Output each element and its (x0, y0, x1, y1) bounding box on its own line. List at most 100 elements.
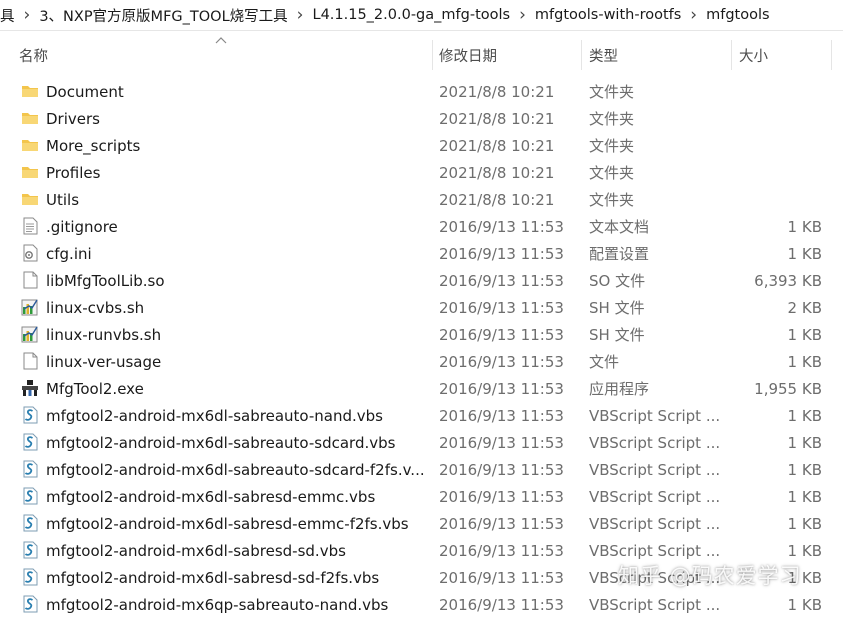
folder-icon (20, 189, 40, 209)
file-size: 1 KB (787, 434, 822, 452)
file-type: SH 文件 (589, 326, 645, 344)
file-modified-date: 2021/8/8 10:21 (439, 164, 555, 182)
column-header-date[interactable]: 修改日期 (439, 42, 497, 68)
file-name: More_scripts (46, 137, 141, 155)
file-name: mfgtool2-android-mx6qp-sabreauto-nand.vb… (46, 596, 389, 614)
file-modified-date: 2016/9/13 11:53 (439, 326, 564, 344)
file-name: mfgtool2-android-mx6dl-sabresd-sd-f2fs.v… (46, 569, 380, 587)
folder-row[interactable]: Utils 2021/8/8 10:21 文件夹 (0, 186, 843, 213)
file-row[interactable]: mfgtool2-android-mx6dl-sabresd-emmc.vbs 2… (0, 483, 843, 510)
file-modified-date: 2016/9/13 11:53 (439, 488, 564, 506)
folder-row[interactable]: More_scripts 2021/8/8 10:21 文件夹 (0, 132, 843, 159)
folder-icon (20, 108, 40, 128)
file-modified-date: 2016/9/13 11:53 (439, 434, 564, 452)
file-row[interactable]: mfgtool2-android-mx6dl-sabreauto-sdcard.… (0, 429, 843, 456)
breadcrumb-item[interactable]: 3、NXP官方原版MFG_TOOL烧写工具 (34, 5, 292, 26)
file-modified-date: 2016/9/13 11:53 (439, 245, 564, 263)
file-size: 6,393 KB (754, 272, 822, 290)
chevron-right-icon[interactable] (293, 5, 308, 25)
file-modified-date: 2016/9/13 11:53 (439, 380, 564, 398)
file-name: cfg.ini (46, 245, 92, 263)
file-name: mfgtool2-android-mx6dl-sabreauto-sdcard-… (46, 461, 424, 479)
breadcrumb-item[interactable]: mfgtools-with-rootfs (530, 7, 686, 23)
file-size: 1,955 KB (754, 380, 822, 398)
file-modified-date: 2016/9/13 11:53 (439, 596, 564, 614)
file-size: 1 KB (787, 515, 822, 533)
file-row[interactable]: linux-cvbs.sh 2016/9/13 11:53 SH 文件 2 KB (0, 294, 843, 321)
file-type: VBScript Script ... (589, 434, 719, 452)
file-row[interactable]: .gitignore 2016/9/13 11:53 文本文档 1 KB (0, 213, 843, 240)
shell-script-icon (20, 297, 40, 317)
file-row[interactable]: mfgtool2-android-mx6dl-sabreauto-sdcard-… (0, 456, 843, 483)
file-type: 文件夹 (589, 110, 635, 128)
chevron-right-icon[interactable] (515, 5, 530, 25)
chevron-right-icon[interactable] (686, 5, 701, 25)
column-divider[interactable] (432, 40, 433, 70)
file-modified-date: 2016/9/13 11:53 (439, 515, 564, 533)
file-modified-date: 2016/9/13 11:53 (439, 299, 564, 317)
file-row[interactable]: mfgtool2-android-mx6dl-sabreauto-nand.vb… (0, 402, 843, 429)
chevron-right-icon[interactable] (20, 5, 35, 25)
column-divider[interactable] (581, 40, 582, 70)
file-row[interactable]: mfgtool2-android-mx6dl-sabresd-emmc-f2fs… (0, 510, 843, 537)
application-icon (20, 378, 40, 398)
file-row[interactable]: mfgtool2-android-mx6qp-sabreauto-nand.vb… (0, 591, 843, 618)
vbscript-icon (20, 594, 40, 614)
folder-icon (20, 162, 40, 182)
file-modified-date: 2016/9/13 11:53 (439, 407, 564, 425)
column-header-bar: 名称 修改日期 类型 大小 (0, 34, 843, 74)
file-type: 文本文档 (589, 218, 650, 236)
column-header-size[interactable]: 大小 (739, 42, 768, 68)
folder-row[interactable]: Document 2021/8/8 10:21 文件夹 (0, 78, 843, 105)
folder-row[interactable]: Profiles 2021/8/8 10:21 文件夹 (0, 159, 843, 186)
file-modified-date: 2021/8/8 10:21 (439, 110, 555, 128)
file-type: 文件夹 (589, 191, 635, 209)
shell-script-icon (20, 324, 40, 344)
file-type: VBScript Script ... (589, 515, 719, 533)
column-header-name[interactable]: 名称 (19, 42, 48, 68)
file-name: Profiles (46, 164, 101, 182)
file-type: VBScript Script ... (589, 407, 719, 425)
breadcrumb-item[interactable]: 具 (0, 5, 20, 26)
file-type: VBScript Script ... (589, 461, 719, 479)
file-type: VBScript Script ... (589, 542, 719, 560)
breadcrumb-item[interactable]: mfgtools (701, 7, 774, 23)
file-type: 文件夹 (589, 164, 635, 182)
settings-file-icon (20, 243, 40, 263)
vbscript-icon (20, 459, 40, 479)
file-name: mfgtool2-android-mx6dl-sabreauto-nand.vb… (46, 407, 383, 425)
file-type: 文件 (589, 353, 620, 371)
breadcrumb-item[interactable]: L4.1.15_2.0.0-ga_mfg-tools (307, 7, 515, 23)
file-size: 1 KB (787, 218, 822, 236)
file-modified-date: 2021/8/8 10:21 (439, 191, 555, 209)
file-name: linux-runvbs.sh (46, 326, 162, 344)
file-row[interactable]: MfgTool2.exe 2016/9/13 11:53 应用程序 1,955 KB (0, 375, 843, 402)
file-name: Document (46, 83, 124, 101)
file-size: 1 KB (787, 245, 822, 263)
file-name: Utils (46, 191, 80, 209)
file-name: mfgtool2-android-mx6dl-sabresd-emmc-f2fs… (46, 515, 409, 533)
file-modified-date: 2016/9/13 11:53 (439, 218, 564, 236)
folder-row[interactable]: Drivers 2021/8/8 10:21 文件夹 (0, 105, 843, 132)
column-header-type[interactable]: 类型 (589, 42, 618, 68)
file-size: 1 KB (787, 461, 822, 479)
file-modified-date: 2021/8/8 10:21 (439, 137, 555, 155)
file-size: 1 KB (787, 488, 822, 506)
folder-icon (20, 81, 40, 101)
column-divider[interactable] (731, 40, 732, 70)
file-icon (20, 270, 40, 290)
file-row[interactable]: libMfgToolLib.so 2016/9/13 11:53 SO 文件 6,39… (0, 267, 843, 294)
file-name: libMfgToolLib.so (46, 272, 165, 290)
file-icon (20, 351, 40, 371)
file-row[interactable]: linux-ver-usage 2016/9/13 11:53 文件 1 KB (0, 348, 843, 375)
column-divider[interactable] (831, 40, 832, 70)
file-modified-date: 2016/9/13 11:53 (439, 542, 564, 560)
vbscript-icon (20, 432, 40, 452)
file-modified-date: 2016/9/13 11:53 (439, 461, 564, 479)
file-size: 1 KB (787, 353, 822, 371)
file-row[interactable]: cfg.ini 2016/9/13 11:53 配置设置 1 KB (0, 240, 843, 267)
file-row[interactable]: linux-runvbs.sh 2016/9/13 11:53 SH 文件 1 KB (0, 321, 843, 348)
file-type: VBScript Script ... (589, 596, 719, 614)
file-name: .gitignore (46, 218, 118, 236)
file-name: mfgtool2-android-mx6dl-sabresd-emmc.vbs (46, 488, 376, 506)
